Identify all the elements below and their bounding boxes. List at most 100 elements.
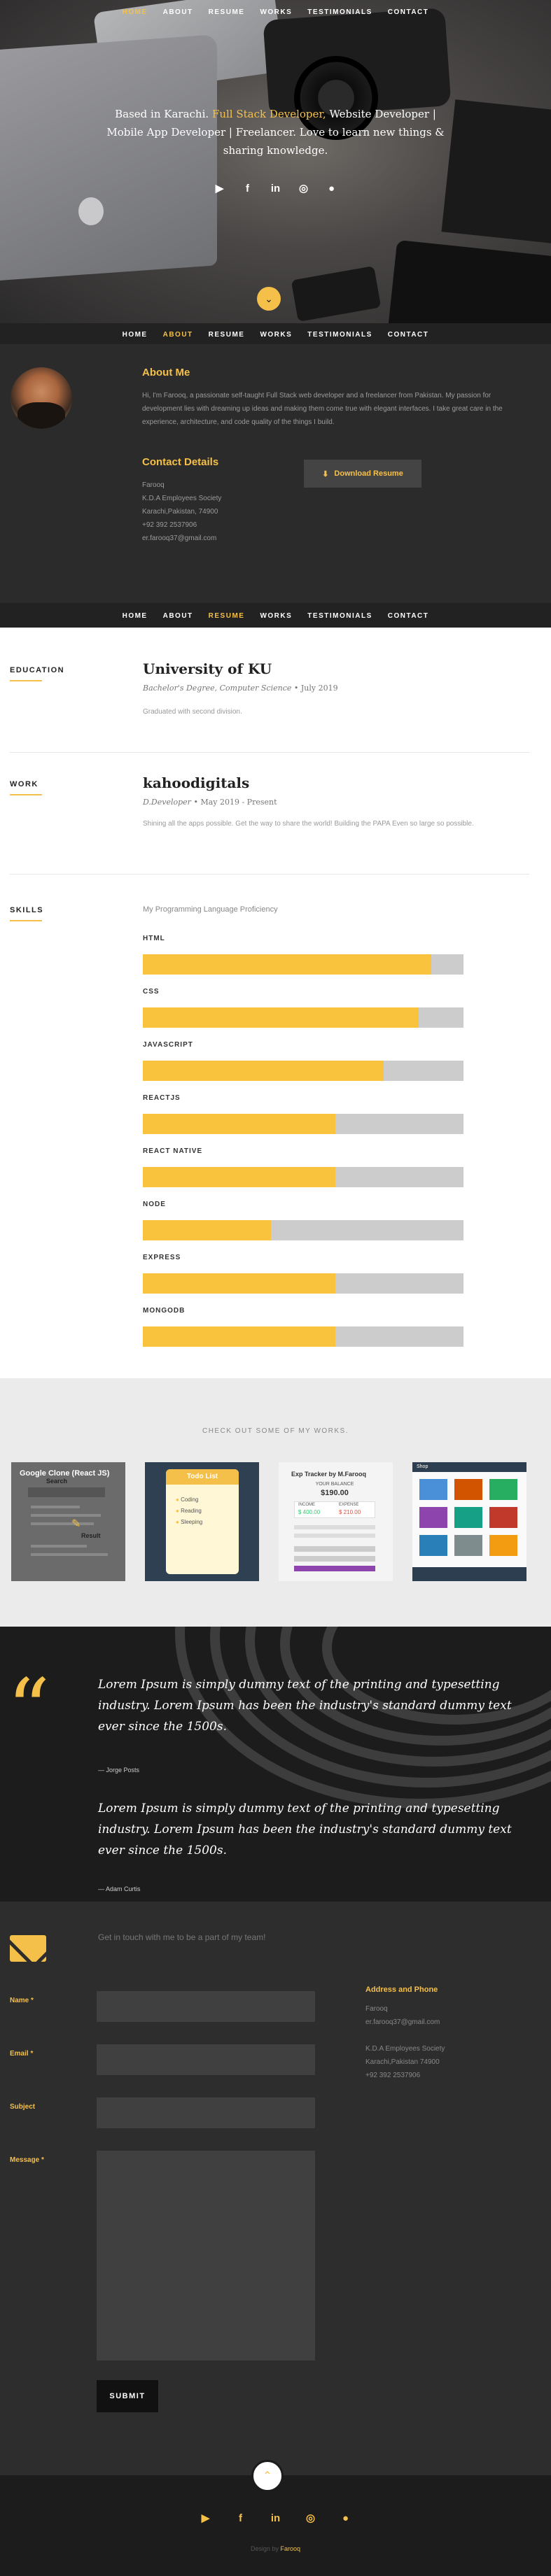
shop-footer xyxy=(412,1567,526,1581)
nav-home[interactable]: HOME xyxy=(123,8,148,16)
nav-testimonials[interactable]: TESTIMONIALS xyxy=(307,331,372,339)
address-line: +92 392 2537906 xyxy=(365,2072,421,2079)
nav-about[interactable]: ABOUT xyxy=(163,8,193,16)
skill-bar-fill xyxy=(143,954,432,975)
credit-name[interactable]: Farooq xyxy=(281,2545,301,2552)
nav-home[interactable]: HOME xyxy=(123,331,148,339)
nav-resume[interactable]: RESUME xyxy=(209,331,245,339)
skill-name: REACTJS xyxy=(143,1094,181,1102)
product-thumb xyxy=(454,1535,482,1556)
instagram-icon[interactable]: ◎ xyxy=(303,2510,319,2526)
works-header: CHECK OUT SOME OF MY WORKS. xyxy=(202,1427,349,1435)
skills-label: SKILLS xyxy=(10,906,44,921)
todo-item: ● Sleeping xyxy=(176,1517,202,1528)
todo-items: ● Coding ● Reading ● Sleeping xyxy=(176,1494,202,1528)
nav-works[interactable]: WORKS xyxy=(260,612,292,620)
submit-button[interactable]: SUBMIT xyxy=(97,2380,158,2412)
product-thumb xyxy=(489,1535,517,1556)
youtube-icon[interactable]: ▶ xyxy=(198,2510,214,2526)
result-line xyxy=(31,1522,94,1525)
message-field[interactable] xyxy=(97,2151,315,2361)
resume-section: EDUCATION University of KU Bachelor's De… xyxy=(0,628,551,1378)
github-icon[interactable]: ● xyxy=(338,2510,354,2526)
income-label: INCOME xyxy=(298,1503,315,1507)
nav-resume[interactable]: RESUME xyxy=(209,612,245,620)
search-caption: Search xyxy=(46,1478,68,1485)
about-bio: Hi, I'm Farooq, a passionate self-taught… xyxy=(142,392,503,426)
nav-testimonials[interactable]: TESTIMONIALS xyxy=(307,612,372,620)
work-tile-todo[interactable]: Todo List ● Coding ● Reading ● Sleeping xyxy=(145,1462,259,1581)
product-thumb xyxy=(419,1479,447,1500)
product-thumb xyxy=(419,1507,447,1528)
circle-icon: ● xyxy=(176,1519,179,1525)
expense-label: EXPENSE xyxy=(339,1503,359,1507)
nav-resume[interactable]: RESUME xyxy=(209,8,245,16)
facebook-icon[interactable]: f xyxy=(240,181,256,196)
result-line xyxy=(31,1553,108,1556)
work-tile-shop[interactable]: Shop xyxy=(412,1462,526,1581)
instagram-icon[interactable]: ◎ xyxy=(296,181,312,196)
work-tile-google-clone[interactable]: Google Clone (React JS) Search ✎ Result xyxy=(11,1462,125,1581)
search-box xyxy=(28,1487,105,1497)
product-thumb xyxy=(419,1535,447,1556)
scroll-down-button[interactable]: ⌄ xyxy=(257,287,281,311)
nav-about[interactable]: ABOUT xyxy=(163,331,193,339)
work-desc: Shining all the apps possible. Get the w… xyxy=(143,820,474,828)
message-label: Message * xyxy=(10,2156,44,2164)
nav-contact[interactable]: CONTACT xyxy=(388,331,429,339)
divider xyxy=(10,752,529,753)
education-school: University of KU xyxy=(143,660,272,677)
nav-home[interactable]: HOME xyxy=(123,612,148,620)
name-label: Name * xyxy=(10,1997,34,2004)
about-section: HOME ABOUT RESUME WORKS TESTIMONIALS CON… xyxy=(0,323,551,628)
address-line xyxy=(365,2029,445,2042)
skill-bar xyxy=(143,1273,463,1294)
nav-works[interactable]: WORKS xyxy=(260,8,292,16)
email-field[interactable] xyxy=(97,2044,315,2075)
tagline-text: Based in Karachi. xyxy=(115,108,212,120)
avatar xyxy=(11,367,72,429)
skill-name: HTML xyxy=(143,935,165,942)
contact-city: Karachi,Pakistan, 74900 xyxy=(142,508,218,516)
tile-title: Google Clone (React JS) xyxy=(20,1469,110,1478)
linkedin-icon[interactable]: in xyxy=(268,181,284,196)
linkedin-icon[interactable]: in xyxy=(268,2510,284,2526)
subject-field[interactable] xyxy=(97,2097,315,2128)
nav-contact[interactable]: CONTACT xyxy=(388,612,429,620)
nav-contact[interactable]: CONTACT xyxy=(388,8,429,16)
work-tile-expense-tracker[interactable]: Exp Tracker by M.Farooq YOUR BALANCE $19… xyxy=(279,1462,393,1581)
education-date-wrap: • July 2019 xyxy=(293,684,338,693)
result-line xyxy=(31,1545,87,1548)
tagline-highlight: Full Stack Developer, xyxy=(211,108,326,120)
shop-header xyxy=(412,1462,526,1472)
education-degree: Bachelor's Degree, Computer Science • Ju… xyxy=(143,684,338,693)
nav-about[interactable]: ABOUT xyxy=(163,612,193,620)
add-button xyxy=(294,1566,375,1571)
skill-bar xyxy=(143,1326,463,1347)
product-thumb xyxy=(454,1479,482,1500)
email-label: Email * xyxy=(10,2050,34,2058)
name-field[interactable] xyxy=(97,1991,315,2022)
skills-header: My Programming Language Proficiency xyxy=(143,905,278,914)
contact-intro: Get in touch with me to be a part of my … xyxy=(98,1932,266,1942)
testimonial-text: Lorem Ipsum is simply dummy text of the … xyxy=(98,1678,512,1734)
product-thumb xyxy=(489,1507,517,1528)
work-label: WORK xyxy=(10,780,42,795)
skill-bar xyxy=(143,1061,463,1081)
chevron-up-icon: ⌃ xyxy=(263,2470,272,2482)
sticky-nav: HOME ABOUT RESUME WORKS TESTIMONIALS CON… xyxy=(0,331,551,339)
education-date: July 2019 xyxy=(300,684,338,693)
github-icon[interactable]: ● xyxy=(324,181,340,196)
nav-testimonials[interactable]: TESTIMONIALS xyxy=(307,8,372,16)
nav-works[interactable]: WORKS xyxy=(260,331,292,339)
youtube-icon[interactable]: ▶ xyxy=(212,181,228,196)
address-title: Address and Phone xyxy=(365,1986,438,1994)
facebook-icon[interactable]: f xyxy=(233,2510,249,2526)
download-resume-button[interactable]: ⬇ Download Resume xyxy=(304,460,421,488)
contact-email[interactable]: er.farooq37@gmail.com xyxy=(142,532,221,545)
scroll-top-button[interactable]: ⌃ xyxy=(251,2460,284,2492)
skill-name: REACT NATIVE xyxy=(143,1147,203,1155)
circle-icon: ● xyxy=(176,1508,179,1514)
subject-label: Subject xyxy=(10,2103,36,2111)
avatar-beard xyxy=(18,402,65,429)
